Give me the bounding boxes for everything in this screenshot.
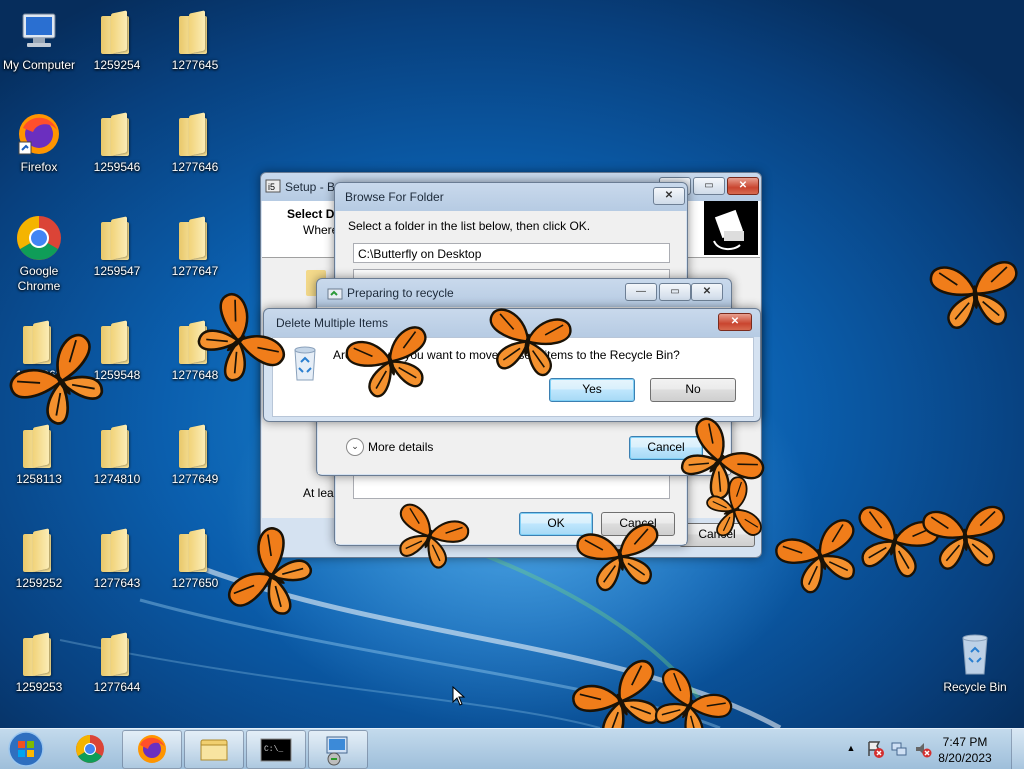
butterfly (641, 664, 736, 728)
chrome-icon (76, 735, 104, 763)
start-button[interactable] (6, 730, 46, 768)
taskbar-cmd[interactable]: C:\_ (246, 730, 306, 769)
clock-time: 7:47 PM (942, 735, 988, 749)
butterfly (772, 516, 871, 601)
taskbar-explorer[interactable] (184, 730, 244, 769)
butterfly (386, 500, 472, 575)
taskbar-clock[interactable]: 7:47 PM 8/20/2023 (930, 734, 1000, 766)
command-prompt-icon: C:\_ (260, 738, 292, 762)
butterfly (5, 329, 120, 437)
show-hidden-icons[interactable]: ▲ (844, 741, 858, 755)
mouse-cursor (452, 686, 466, 706)
taskbar-firefox[interactable] (122, 730, 182, 769)
folder-icon (200, 739, 228, 761)
svg-text:C:\_: C:\_ (264, 745, 283, 754)
butterfly (185, 288, 290, 396)
network-icon[interactable] (890, 740, 908, 758)
action-center-icon[interactable] (866, 740, 884, 758)
taskbar-setup[interactable] (308, 730, 368, 769)
system-tray: ▲ (840, 729, 936, 769)
desktop: My Computer Firefox Google Chrome 125366… (0, 0, 1024, 728)
butterfly (343, 323, 439, 403)
taskbar-chrome[interactable] (60, 730, 120, 769)
butterfly (223, 523, 323, 631)
taskbar: C:\_ ▲ 7:47 PM 8/20/2023 (0, 728, 1024, 769)
butterfly-overlay (5, 259, 1022, 728)
show-desktop-button[interactable] (1011, 729, 1024, 769)
clock-date: 8/20/2023 (938, 751, 992, 765)
setup-installer-icon (326, 736, 348, 766)
butterfly (928, 259, 1022, 331)
butterfly (481, 306, 574, 380)
windows-logo-icon (8, 731, 44, 767)
butterfly (574, 521, 667, 595)
firefox-icon (138, 735, 166, 763)
